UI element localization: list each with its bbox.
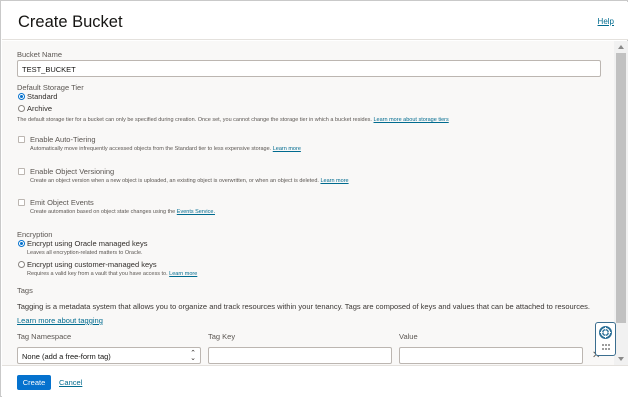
- events-checkbox[interactable]: [18, 199, 25, 206]
- auto-tiering-label: Enable Auto-Tiering: [30, 135, 96, 144]
- events-service-link[interactable]: Events Service.: [177, 209, 215, 215]
- events-desc-text: Create automation based on object state …: [30, 209, 176, 215]
- cancel-link[interactable]: Cancel: [59, 378, 82, 387]
- dialog-body: Bucket Name TEST_BUCKET Default Storage …: [2, 41, 614, 365]
- versioning-checkbox[interactable]: [18, 168, 25, 175]
- tag-namespace-select[interactable]: None (add a free-form tag) ⌃ ⌄: [17, 347, 201, 364]
- bucket-name-label: Bucket Name: [17, 50, 63, 59]
- archive-radio[interactable]: [18, 105, 25, 112]
- customer-keys-learn-more[interactable]: Learn more: [169, 271, 197, 277]
- standard-radio-label: Standard: [27, 92, 58, 101]
- help-link[interactable]: Help: [598, 17, 614, 26]
- lifebuoy-icon: [599, 326, 612, 339]
- tag-value-label: Value: [399, 332, 418, 341]
- storage-tier-note: The default storage tier for a bucket ca…: [17, 117, 449, 123]
- floating-help-button[interactable]: [595, 322, 616, 356]
- storage-tiers-link[interactable]: Learn more about storage tiers: [374, 117, 449, 123]
- updown-chevron-icon: ⌃ ⌄: [190, 350, 196, 362]
- tag-key-label: Tag Key: [208, 332, 236, 341]
- standard-radio[interactable]: [18, 93, 25, 100]
- vertical-scrollbar[interactable]: [614, 41, 628, 365]
- create-bucket-dialog: Create Bucket Help Bucket Name TEST_BUCK…: [0, 0, 628, 397]
- scroll-up-icon[interactable]: [614, 43, 628, 51]
- versioning-label: Enable Object Versioning: [30, 167, 115, 176]
- bucket-name-input[interactable]: TEST_BUCKET: [17, 60, 601, 77]
- dialog-header: Create Bucket Help: [2, 2, 628, 40]
- customer-keys-desc-text: Requires a valid key from a vault that y…: [27, 271, 168, 277]
- tags-label: Tags: [17, 286, 33, 295]
- storage-tier-note-text: The default storage tier for a bucket ca…: [17, 117, 372, 123]
- versioning-desc-text: Create an object version when a new obje…: [30, 178, 319, 184]
- customer-keys-label: Encrypt using customer-managed keys: [27, 260, 157, 269]
- versioning-learn-more[interactable]: Learn more: [320, 178, 348, 184]
- customer-keys-radio[interactable]: [18, 261, 25, 268]
- tag-key-input[interactable]: [208, 347, 392, 364]
- tagging-learn-more[interactable]: Learn more about tagging: [17, 316, 103, 325]
- scroll-thumb[interactable]: [616, 53, 626, 323]
- create-button[interactable]: Create: [17, 375, 51, 390]
- tag-namespace-label: Tag Namespace: [17, 332, 72, 341]
- auto-tiering-desc-text: Automatically move infrequently accessed…: [30, 146, 272, 152]
- tag-namespace-value: None (add a free-form tag): [22, 352, 111, 361]
- auto-tiering-learn-more[interactable]: Learn more: [273, 146, 301, 152]
- oracle-keys-label: Encrypt using Oracle managed keys: [27, 239, 148, 248]
- scroll-down-icon[interactable]: [614, 355, 628, 363]
- events-label: Emit Object Events: [30, 198, 94, 207]
- oracle-keys-desc: Leaves all encryption-related matters to…: [27, 250, 143, 256]
- auto-tiering-checkbox[interactable]: [18, 136, 25, 143]
- storage-tier-label: Default Storage Tier: [17, 83, 84, 92]
- tag-value-input[interactable]: [399, 347, 583, 364]
- page-title: Create Bucket: [18, 13, 123, 31]
- dialog-footer: Create Cancel: [2, 365, 628, 397]
- archive-radio-label: Archive: [27, 104, 53, 113]
- encryption-label: Encryption: [17, 230, 53, 239]
- auto-tiering-desc: Automatically move infrequently accessed…: [30, 146, 301, 152]
- customer-keys-desc: Requires a valid key from a vault that y…: [27, 271, 197, 277]
- events-desc: Create automation based on object state …: [30, 209, 215, 215]
- grip-dots-icon: [602, 344, 610, 350]
- tags-desc: Tagging is a metadata system that allows…: [17, 302, 590, 311]
- versioning-desc: Create an object version when a new obje…: [30, 178, 349, 184]
- oracle-keys-radio[interactable]: [18, 240, 25, 247]
